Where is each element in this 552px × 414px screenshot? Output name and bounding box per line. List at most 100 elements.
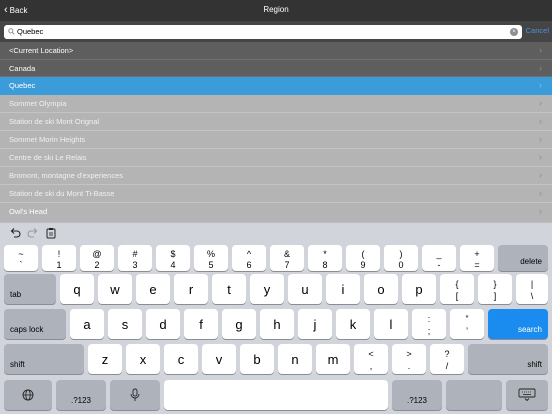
key-top-label: # bbox=[132, 249, 138, 259]
key-label: r bbox=[188, 281, 194, 297]
key-i[interactable]: i bbox=[326, 274, 360, 304]
list-item-selected[interactable]: Quebec › bbox=[0, 77, 552, 95]
numbers-key-right[interactable]: .?123 bbox=[392, 380, 442, 410]
key[interactable]: % 5 bbox=[194, 245, 228, 271]
list-item[interactable]: <Current Location> › bbox=[0, 42, 552, 60]
chevron-right-icon: › bbox=[539, 170, 542, 180]
key-bottom-label: 7 bbox=[284, 260, 290, 270]
key-d[interactable]: d bbox=[146, 309, 180, 339]
key-q[interactable]: q bbox=[60, 274, 94, 304]
shift-key-left[interactable]: shift bbox=[4, 344, 84, 374]
key-z[interactable]: z bbox=[88, 344, 122, 374]
undo-icon[interactable] bbox=[9, 227, 21, 239]
space-key[interactable] bbox=[164, 380, 388, 410]
key[interactable]: ! 1 bbox=[42, 245, 76, 271]
key[interactable]: ) 0 bbox=[384, 245, 418, 271]
list-item[interactable]: Bromont, montagne d'experiences › bbox=[0, 167, 552, 185]
key-o[interactable]: o bbox=[364, 274, 398, 304]
key-s[interactable]: s bbox=[108, 309, 142, 339]
numbers-key[interactable]: .?123 bbox=[56, 380, 106, 410]
key[interactable]: & 7 bbox=[270, 245, 304, 271]
dismiss-keyboard-key[interactable] bbox=[506, 380, 548, 410]
key[interactable]: ? / bbox=[430, 344, 464, 374]
numbers-key-right-spacer[interactable] bbox=[446, 380, 502, 410]
list-item[interactable]: Station de ski Mont Orignal › bbox=[0, 113, 552, 131]
search-key[interactable]: search bbox=[488, 309, 548, 339]
dictation-key[interactable] bbox=[110, 380, 160, 410]
key-v[interactable]: v bbox=[202, 344, 236, 374]
key-bottom-label: 9 bbox=[360, 260, 366, 270]
key-label: l bbox=[389, 316, 393, 332]
key-n[interactable]: n bbox=[278, 344, 312, 374]
list-item[interactable]: Sommet Olympia › bbox=[0, 95, 552, 113]
chevron-right-icon: › bbox=[539, 134, 542, 144]
list-item-label: Sommet Morin Heights bbox=[9, 135, 86, 144]
key-x[interactable]: x bbox=[126, 344, 160, 374]
key-m[interactable]: m bbox=[316, 344, 350, 374]
key-u[interactable]: u bbox=[288, 274, 322, 304]
list-item[interactable]: Station de ski du Mont Ti-Basse › bbox=[0, 185, 552, 203]
tab-key[interactable]: tab bbox=[4, 274, 56, 304]
key-r[interactable]: r bbox=[174, 274, 208, 304]
key-bottom-label: 5 bbox=[208, 260, 214, 270]
key-k[interactable]: k bbox=[336, 309, 370, 339]
key[interactable]: ~ ` bbox=[4, 245, 38, 271]
key-t[interactable]: t bbox=[212, 274, 246, 304]
key-h[interactable]: h bbox=[260, 309, 294, 339]
key[interactable]: {[ bbox=[440, 274, 474, 304]
key-top-label: % bbox=[206, 249, 215, 259]
caps-lock-key[interactable]: caps lock bbox=[4, 309, 66, 339]
key-y[interactable]: y bbox=[250, 274, 284, 304]
key-c[interactable]: c bbox=[164, 344, 198, 374]
key[interactable]: _ - bbox=[422, 245, 456, 271]
tab-label: tab bbox=[10, 290, 22, 299]
redo-icon[interactable] bbox=[27, 227, 39, 239]
key[interactable]: + = bbox=[460, 245, 494, 271]
list-item-label: Sommet Olympia bbox=[9, 99, 67, 108]
key-top-label: $ bbox=[170, 249, 176, 259]
key-label: z bbox=[101, 351, 109, 367]
search-value: Quebec bbox=[17, 27, 44, 36]
delete-key[interactable]: delete bbox=[498, 245, 548, 271]
search-icon bbox=[8, 28, 15, 35]
list-item[interactable]: Centre de ski Le Relais › bbox=[0, 149, 552, 167]
key-g[interactable]: g bbox=[222, 309, 256, 339]
clear-icon[interactable]: × bbox=[510, 28, 518, 36]
key[interactable]: #3 bbox=[118, 245, 152, 271]
key-label: f bbox=[199, 316, 203, 332]
list-item[interactable]: Sommet Morin Heights › bbox=[0, 131, 552, 149]
search-input[interactable]: Quebec × bbox=[4, 25, 522, 39]
paste-icon[interactable] bbox=[45, 227, 57, 239]
keyboard-shortcut-bar bbox=[0, 222, 552, 243]
key-top-label: ~ bbox=[18, 249, 24, 259]
key-w[interactable]: w bbox=[98, 274, 132, 304]
cancel-button[interactable]: Cancel bbox=[526, 24, 549, 38]
list-item-label: Canada bbox=[9, 63, 36, 73]
key-f[interactable]: f bbox=[184, 309, 218, 339]
key[interactable]: >. bbox=[392, 344, 426, 374]
key[interactable]: ^ 6 bbox=[232, 245, 266, 271]
key[interactable]: @2 bbox=[80, 245, 114, 271]
key[interactable]: <, bbox=[354, 344, 388, 374]
globe-key[interactable] bbox=[4, 380, 52, 410]
key[interactable]: | \ bbox=[516, 274, 548, 304]
key-a[interactable]: a bbox=[70, 309, 104, 339]
list-item[interactable]: Canada › bbox=[0, 59, 552, 77]
key[interactable]: $4 bbox=[156, 245, 190, 271]
key-e[interactable]: e bbox=[136, 274, 170, 304]
key-bottom-label: ’ bbox=[466, 326, 468, 336]
search-bar: Quebec × Cancel bbox=[0, 21, 552, 42]
key-b[interactable]: b bbox=[240, 344, 274, 374]
key[interactable]: ”’ bbox=[450, 309, 484, 339]
shift-key-right[interactable]: shift bbox=[468, 344, 548, 374]
list-item[interactable]: Owl's Head › bbox=[0, 203, 552, 221]
key[interactable]: :; bbox=[412, 309, 446, 339]
key-p[interactable]: p bbox=[402, 274, 436, 304]
key-l[interactable]: l bbox=[374, 309, 408, 339]
key[interactable]: }] bbox=[478, 274, 512, 304]
key-j[interactable]: j bbox=[298, 309, 332, 339]
key[interactable]: (9 bbox=[346, 245, 380, 271]
key-top-label: | bbox=[530, 279, 534, 289]
numbers-label: .?123 bbox=[70, 396, 92, 405]
key[interactable]: * 8 bbox=[308, 245, 342, 271]
